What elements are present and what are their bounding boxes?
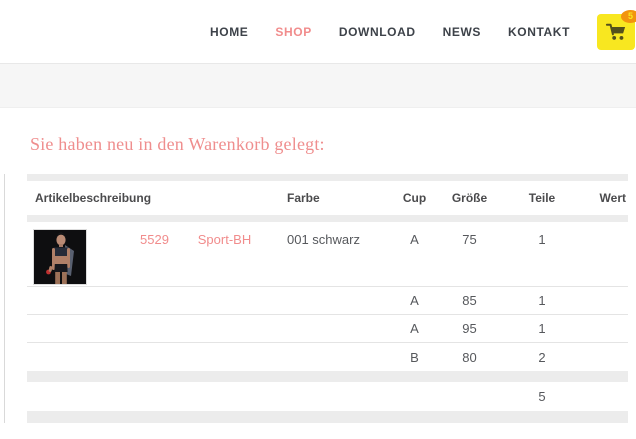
table-spacer-row — [27, 215, 628, 222]
nav-item-kontakt[interactable]: KONTAKT — [508, 25, 570, 39]
value-cell — [592, 222, 628, 232]
pieces-value: 1 — [492, 321, 592, 336]
header-divider-band — [0, 63, 636, 108]
pieces-value: 2 — [492, 350, 592, 365]
cup-value: A — [382, 222, 447, 247]
shopping-cart-icon — [605, 22, 627, 42]
cup-value: B — [382, 350, 447, 365]
cart-button[interactable]: 5 — [597, 14, 635, 50]
column-header-pieces: Teile — [492, 191, 592, 205]
nav-item-shop[interactable]: SHOP — [275, 25, 311, 39]
cart-count-badge: 5 — [621, 10, 636, 23]
nav-item-news[interactable]: NEWS — [443, 25, 481, 39]
size-value: 80 — [447, 350, 492, 365]
column-header-size: Größe — [447, 191, 492, 205]
cup-value: A — [382, 321, 447, 336]
table-row-size: A 85 1 — [27, 287, 628, 315]
size-value: 95 — [447, 321, 492, 336]
table-row-size: A 95 1 — [27, 315, 628, 343]
product-name-link[interactable]: Sport-BH — [182, 222, 267, 247]
article-number-link[interactable]: 5529 — [127, 222, 182, 247]
nav-item-download[interactable]: DOWNLOAD — [339, 25, 416, 39]
table-row-total: 5 — [27, 382, 628, 411]
total-pieces-value: 5 — [492, 389, 592, 404]
table-spacer-row — [27, 411, 628, 423]
product-color-value: 001 schwarz — [267, 222, 382, 247]
cart-table: Artikelbeschreibung Farbe Cup Größe Teil… — [4, 174, 628, 423]
pieces-value: 1 — [492, 222, 592, 247]
product-image-cell — [27, 222, 127, 285]
cup-value: A — [382, 293, 447, 308]
column-header-value: Wert — [592, 191, 628, 205]
nav-item-home[interactable]: HOME — [210, 25, 248, 39]
size-value: 75 — [447, 222, 492, 247]
table-row-size: B 80 2 — [27, 343, 628, 371]
product-photo[interactable] — [33, 229, 87, 285]
top-navigation: HOME SHOP DOWNLOAD NEWS KONTAKT 5 — [0, 0, 636, 63]
nav-menu: HOME SHOP DOWNLOAD NEWS KONTAKT 5 — [210, 0, 635, 63]
pieces-value: 1 — [492, 293, 592, 308]
column-header-article: Artikelbeschreibung — [27, 191, 267, 205]
cart-confirmation-page: HOME SHOP DOWNLOAD NEWS KONTAKT 5 Sie ha… — [0, 0, 636, 439]
column-header-color: Farbe — [267, 191, 382, 205]
table-header-row: Artikelbeschreibung Farbe Cup Größe Teil… — [27, 181, 628, 215]
size-value: 85 — [447, 293, 492, 308]
page-title: Sie haben neu in den Warenkorb gelegt: — [30, 134, 325, 155]
table-spacer-row — [27, 174, 628, 181]
table-row-product: 5529 Sport-BH 001 schwarz A 75 1 — [27, 222, 628, 287]
column-header-cup: Cup — [382, 191, 447, 205]
table-spacer-row — [27, 371, 628, 382]
